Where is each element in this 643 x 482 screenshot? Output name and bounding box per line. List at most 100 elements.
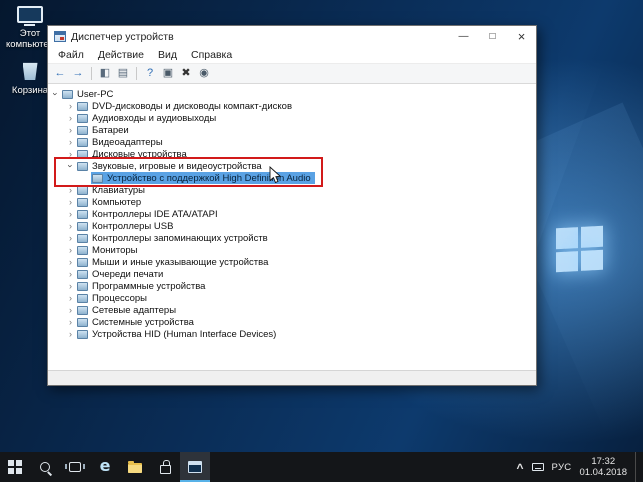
properties-icon[interactable]: ▤ bbox=[115, 66, 131, 82]
disk-drive-icon bbox=[77, 149, 88, 159]
chevron-collapsed-icon[interactable]: › bbox=[65, 245, 76, 255]
tree-item[interactable]: › Видеоадаптеры bbox=[48, 136, 536, 148]
chevron-collapsed-icon[interactable]: › bbox=[65, 137, 76, 147]
chevron-collapsed-icon[interactable]: › bbox=[65, 113, 76, 123]
chevron-collapsed-icon[interactable]: › bbox=[65, 293, 76, 303]
print-queue-icon bbox=[77, 269, 88, 279]
chevron-collapsed-icon[interactable]: › bbox=[65, 221, 76, 231]
tree-item[interactable]: › DVD-дисководы и дисководы компакт-диско… bbox=[48, 100, 536, 112]
tree-item-label: Дисковые устройства bbox=[92, 148, 187, 160]
minimize-button[interactable]: — bbox=[449, 26, 478, 47]
tray-date: 01.04.2018 bbox=[579, 467, 627, 478]
tree-item-child[interactable]: Устройство с поддержкой High Definition … bbox=[48, 172, 536, 184]
tree-item-label: Программные устройства bbox=[92, 280, 206, 292]
tree-item[interactable]: › Программные устройства bbox=[48, 280, 536, 292]
close-button[interactable]: × bbox=[507, 26, 536, 47]
task-view-button[interactable] bbox=[60, 452, 90, 482]
chevron-collapsed-icon[interactable]: › bbox=[65, 281, 76, 291]
file-explorer-button[interactable] bbox=[120, 452, 150, 482]
device-manager-taskbar-button[interactable] bbox=[180, 452, 210, 482]
tree-item[interactable]: › Процессоры bbox=[48, 292, 536, 304]
windows-logo-pane bbox=[556, 227, 578, 249]
tray-time: 17:32 bbox=[591, 456, 616, 467]
tree-item-content: Контроллеры запоминающих устройств bbox=[76, 232, 272, 244]
task-view-icon bbox=[65, 462, 85, 472]
scan-hardware-icon[interactable]: ◉ bbox=[196, 66, 212, 82]
tree-item[interactable]: › Аудиовходы и аудиовыходы bbox=[48, 112, 536, 124]
language-indicator[interactable]: РУС bbox=[552, 462, 572, 473]
menu-action[interactable]: Действие bbox=[91, 49, 151, 61]
maximize-button[interactable]: □ bbox=[478, 26, 507, 47]
this-pc-icon bbox=[17, 6, 43, 26]
tree-item-content: Звуковые, игровые и видеоустройства bbox=[76, 160, 266, 172]
tree-item[interactable]: › Устройства HID (Human Interface Devices… bbox=[48, 328, 536, 340]
chevron-collapsed-icon[interactable]: › bbox=[65, 149, 76, 159]
chevron-expanded-icon[interactable]: › bbox=[66, 161, 76, 172]
tree-item[interactable]: › Звуковые, игровые и видеоустройства bbox=[48, 160, 536, 172]
tree-item[interactable]: › Дисковые устройства bbox=[48, 148, 536, 160]
tree-item[interactable]: › Системные устройства bbox=[48, 316, 536, 328]
tree-item-content: Мониторы bbox=[76, 244, 142, 256]
tree-item-label: Компьютер bbox=[92, 196, 142, 208]
menu-help[interactable]: Справка bbox=[184, 49, 239, 61]
device-manager-app-icon bbox=[54, 31, 66, 42]
tray-chevron-up-icon[interactable]: ^ bbox=[517, 461, 524, 475]
chevron-collapsed-icon[interactable]: › bbox=[65, 185, 76, 195]
tree-item-content: Программные устройства bbox=[76, 280, 209, 292]
show-console-tree-icon[interactable]: ◧ bbox=[97, 66, 113, 82]
tree-item[interactable]: › Контроллеры запоминающих устройств bbox=[48, 232, 536, 244]
tree-root-user-pc[interactable]: › User-PC bbox=[48, 88, 536, 100]
chevron-collapsed-icon[interactable]: › bbox=[65, 233, 76, 243]
chevron-collapsed-icon[interactable]: › bbox=[65, 269, 76, 279]
chevron-collapsed-icon[interactable]: › bbox=[65, 101, 76, 111]
menu-view[interactable]: Вид bbox=[151, 49, 184, 61]
taskbar-clock[interactable]: 17:32 01.04.2018 bbox=[579, 456, 627, 478]
show-desktop-button[interactable] bbox=[635, 452, 639, 482]
chevron-expanded-icon[interactable]: › bbox=[51, 89, 61, 100]
tree-item[interactable]: › Сетевые адаптеры bbox=[48, 304, 536, 316]
chevron-collapsed-icon[interactable]: › bbox=[65, 329, 76, 339]
menu-file[interactable]: Файл bbox=[51, 49, 91, 61]
processor-icon bbox=[77, 293, 88, 303]
chevron-collapsed-icon[interactable]: › bbox=[65, 317, 76, 327]
tree-item[interactable]: › Очереди печати bbox=[48, 268, 536, 280]
edge-browser-button[interactable] bbox=[90, 452, 120, 482]
chevron-collapsed-icon[interactable]: › bbox=[65, 209, 76, 219]
help-icon[interactable]: ? bbox=[142, 66, 158, 82]
tree-item[interactable]: › Контроллеры IDE ATA/ATAPI bbox=[48, 208, 536, 220]
tree-item[interactable]: › Мыши и иные указывающие устройства bbox=[48, 256, 536, 268]
tree-item-label: Устройства HID (Human Interface Devices) bbox=[92, 328, 277, 340]
tree-item[interactable]: › Контроллеры USB bbox=[48, 220, 536, 232]
taskbar-apps bbox=[0, 452, 210, 482]
touch-keyboard-icon[interactable] bbox=[531, 463, 544, 471]
menu-bar: Файл Действие Вид Справка bbox=[48, 47, 536, 64]
tree-item[interactable]: › Батареи bbox=[48, 124, 536, 136]
tree-item-content: Дисковые устройства bbox=[76, 148, 191, 160]
tree-item-label: Мониторы bbox=[92, 244, 138, 256]
chevron-collapsed-icon[interactable]: › bbox=[65, 125, 76, 135]
tree-item-label: User-PC bbox=[77, 88, 114, 100]
tree-item-content: Контроллеры IDE ATA/ATAPI bbox=[76, 208, 222, 220]
mouse-icon bbox=[77, 257, 88, 267]
uninstall-device-icon[interactable]: ✖ bbox=[178, 66, 194, 82]
tree-item[interactable]: › Компьютер bbox=[48, 196, 536, 208]
chevron-collapsed-icon[interactable]: › bbox=[65, 257, 76, 267]
toolbar-separator bbox=[91, 67, 92, 80]
computer-icon bbox=[62, 89, 73, 99]
tree-item-label: Сетевые адаптеры bbox=[92, 304, 177, 316]
window-titlebar[interactable]: Диспетчер устройств — □ × bbox=[48, 26, 536, 47]
taskbar: ^ РУС 17:32 01.04.2018 bbox=[0, 452, 643, 482]
forward-icon[interactable]: → bbox=[70, 66, 86, 82]
update-driver-icon[interactable]: ▣ bbox=[160, 66, 176, 82]
chevron-collapsed-icon[interactable]: › bbox=[65, 197, 76, 207]
store-button[interactable] bbox=[150, 452, 180, 482]
network-adapter-icon bbox=[77, 305, 88, 315]
start-button[interactable] bbox=[0, 452, 30, 482]
dvd-drive-icon bbox=[77, 101, 88, 111]
back-icon[interactable]: ← bbox=[52, 66, 68, 82]
search-button[interactable] bbox=[30, 452, 60, 482]
tree-item[interactable]: › Клавиатуры bbox=[48, 184, 536, 196]
sound-video-game-icon bbox=[77, 161, 88, 171]
chevron-collapsed-icon[interactable]: › bbox=[65, 305, 76, 315]
tree-item[interactable]: › Мониторы bbox=[48, 244, 536, 256]
